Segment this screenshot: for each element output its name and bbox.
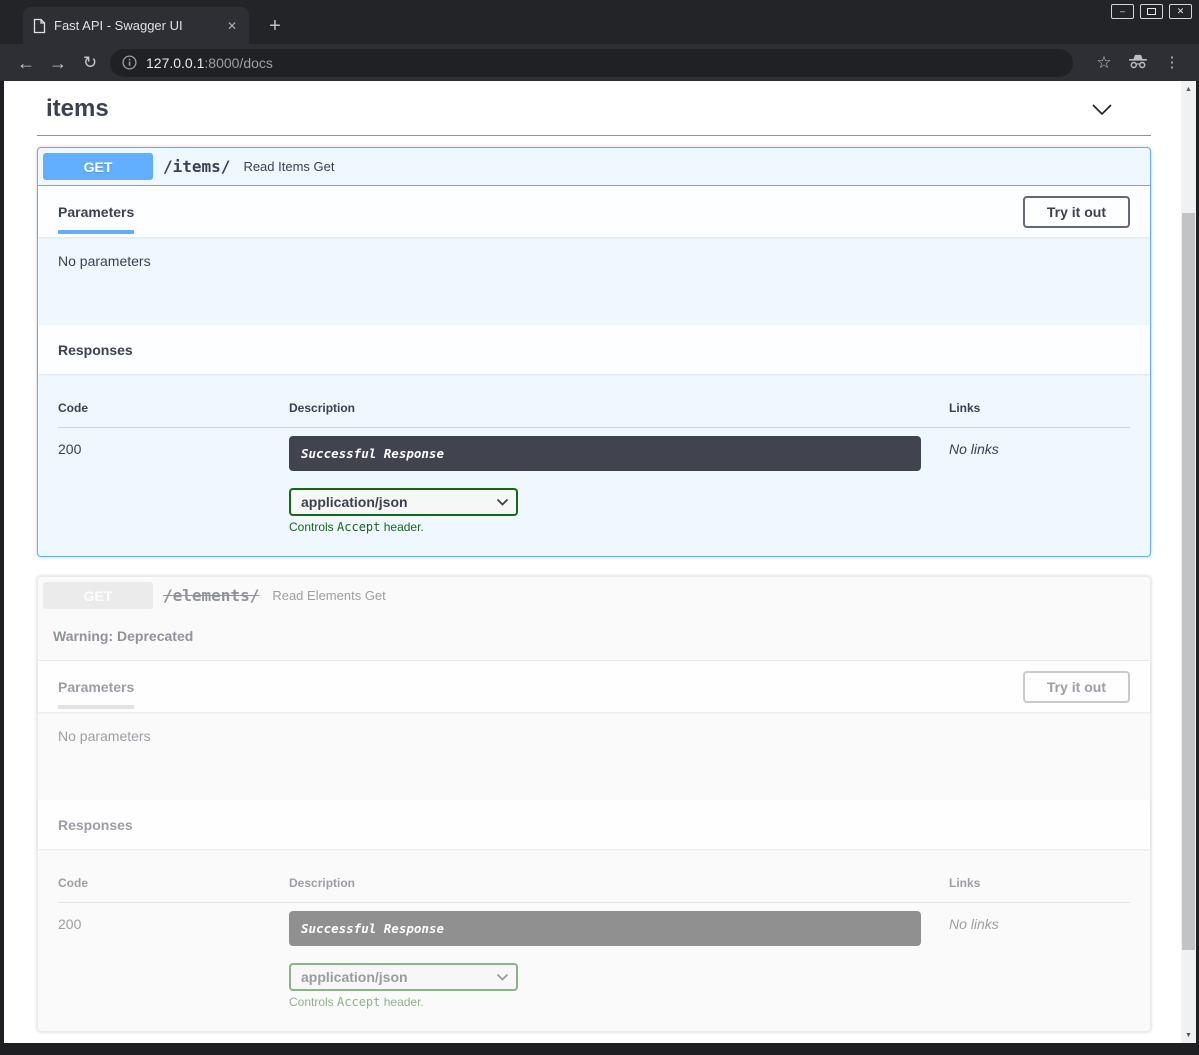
response-links: No links [949,436,1130,534]
back-button[interactable]: ← [10,54,42,72]
responses-header: Responses [38,325,1150,374]
media-type-wrap: application/json [289,963,518,991]
parameters-header: Parameters Try it out [38,661,1150,712]
swagger-page: items GET /items/ Read Items Get Paramet… [4,81,1181,1032]
response-description-cell: Successful Response application/json [289,911,949,1009]
try-it-out-button[interactable]: Try it out [1023,196,1130,228]
no-parameters-text: No parameters [38,237,1150,325]
accept-header-note: Controls Accept header. [289,995,949,1009]
new-tab-button[interactable]: + [263,16,287,36]
opblock-summary[interactable]: GET /elements/ Read Elements Get [38,577,1150,614]
page-scrollbar[interactable]: ▲ ▼ [1181,81,1196,1043]
collapse-chevron-icon[interactable] [1091,103,1113,116]
parameters-tab: Parameters [58,664,134,709]
browser-window: Fast API - Swagger UI ✕ + – ✕ ← → ↻ 127.… [0,0,1199,1055]
scrollbar-track[interactable] [1181,97,1196,1027]
browser-toolbar: ← → ↻ 127.0.0.1:8000/docs ☆ ⋮ [0,44,1199,81]
response-code: 200 [58,436,289,534]
no-parameters-text: No parameters [38,712,1150,800]
endpoint-path[interactable]: /elements/ [163,586,259,605]
response-row: 200 Successful Response application/json [58,428,1130,534]
maximize-icon [1147,8,1156,15]
close-window-button[interactable]: ✕ [1169,4,1192,19]
col-code: Code [58,876,289,890]
responses-label: Responses [58,817,133,833]
deprecated-warning: Warning: Deprecated [38,614,1150,661]
address-bar[interactable]: 127.0.0.1:8000/docs [110,49,1073,77]
accept-header-note: Controls Accept header. [289,520,949,534]
method-badge: GET [43,153,153,180]
browser-tab[interactable]: Fast API - Swagger UI ✕ [23,7,249,44]
responses-label: Responses [58,342,133,358]
tab-close-icon[interactable]: ✕ [225,18,239,34]
opblock-summary[interactable]: GET /items/ Read Items Get [38,148,1150,186]
media-type-select[interactable]: application/json [289,488,518,516]
page-viewport: items GET /items/ Read Items Get Paramet… [4,81,1181,1043]
response-code: 200 [58,911,289,1009]
tag-divider [37,135,1151,136]
incognito-icon [1121,54,1155,72]
endpoint-summary: Read Elements Get [272,588,385,603]
tag-title: items [46,95,109,123]
scrollbar-thumb[interactable] [1182,213,1195,950]
responses-table: Code Description Links 200 Successful Re… [38,374,1150,556]
window-controls: – ✕ [1111,4,1192,19]
url-path: :8000/docs [204,55,273,71]
url-host: 127.0.0.1 [146,55,204,71]
media-type-select[interactable]: application/json [289,963,518,991]
responses-table: Code Description Links 200 Successful Re… [38,849,1150,1031]
responses-header: Responses [38,800,1150,849]
tab-title: Fast API - Swagger UI [54,18,217,33]
url-text[interactable]: 127.0.0.1:8000/docs [146,55,273,71]
scroll-up-icon[interactable]: ▲ [1181,81,1196,97]
tab-bar: Fast API - Swagger UI ✕ + – ✕ [0,0,1199,44]
response-description: Successful Response [289,911,921,946]
maximize-button[interactable] [1140,4,1163,19]
browser-menu-icon[interactable]: ⋮ [1155,55,1189,70]
responses-table-head: Code Description Links [58,394,1130,428]
col-code: Code [58,401,289,415]
reload-button[interactable]: ↻ [74,54,106,71]
parameters-tab: Parameters [58,189,134,234]
opblock-get-items: GET /items/ Read Items Get Parameters Tr… [37,147,1151,557]
response-description: Successful Response [289,436,921,471]
try-it-out-button[interactable]: Try it out [1023,671,1130,703]
parameters-header: Parameters Try it out [38,186,1150,237]
col-description: Description [289,401,949,415]
col-links: Links [949,876,1130,890]
col-description: Description [289,876,949,890]
forward-button[interactable]: → [42,54,74,72]
bookmark-star-icon[interactable]: ☆ [1087,54,1121,71]
scroll-down-icon[interactable]: ▼ [1181,1027,1196,1043]
response-row: 200 Successful Response application/json [58,903,1130,1009]
responses-table-head: Code Description Links [58,869,1130,903]
endpoint-summary: Read Items Get [243,159,334,174]
document-icon [33,18,46,34]
col-links: Links [949,401,1130,415]
minimize-button[interactable]: – [1111,4,1134,19]
response-links: No links [949,911,1130,1009]
media-type-wrap: application/json [289,488,518,516]
response-description-cell: Successful Response application/json [289,436,949,534]
endpoint-path[interactable]: /items/ [163,157,230,176]
tag-section-header: items [33,85,1155,131]
site-info-icon[interactable] [122,55,137,70]
window-body: items GET /items/ Read Items Get Paramet… [0,81,1199,1055]
opblock-get-elements-deprecated: GET /elements/ Read Elements Get Warning… [37,576,1151,1032]
method-badge: GET [43,582,153,609]
